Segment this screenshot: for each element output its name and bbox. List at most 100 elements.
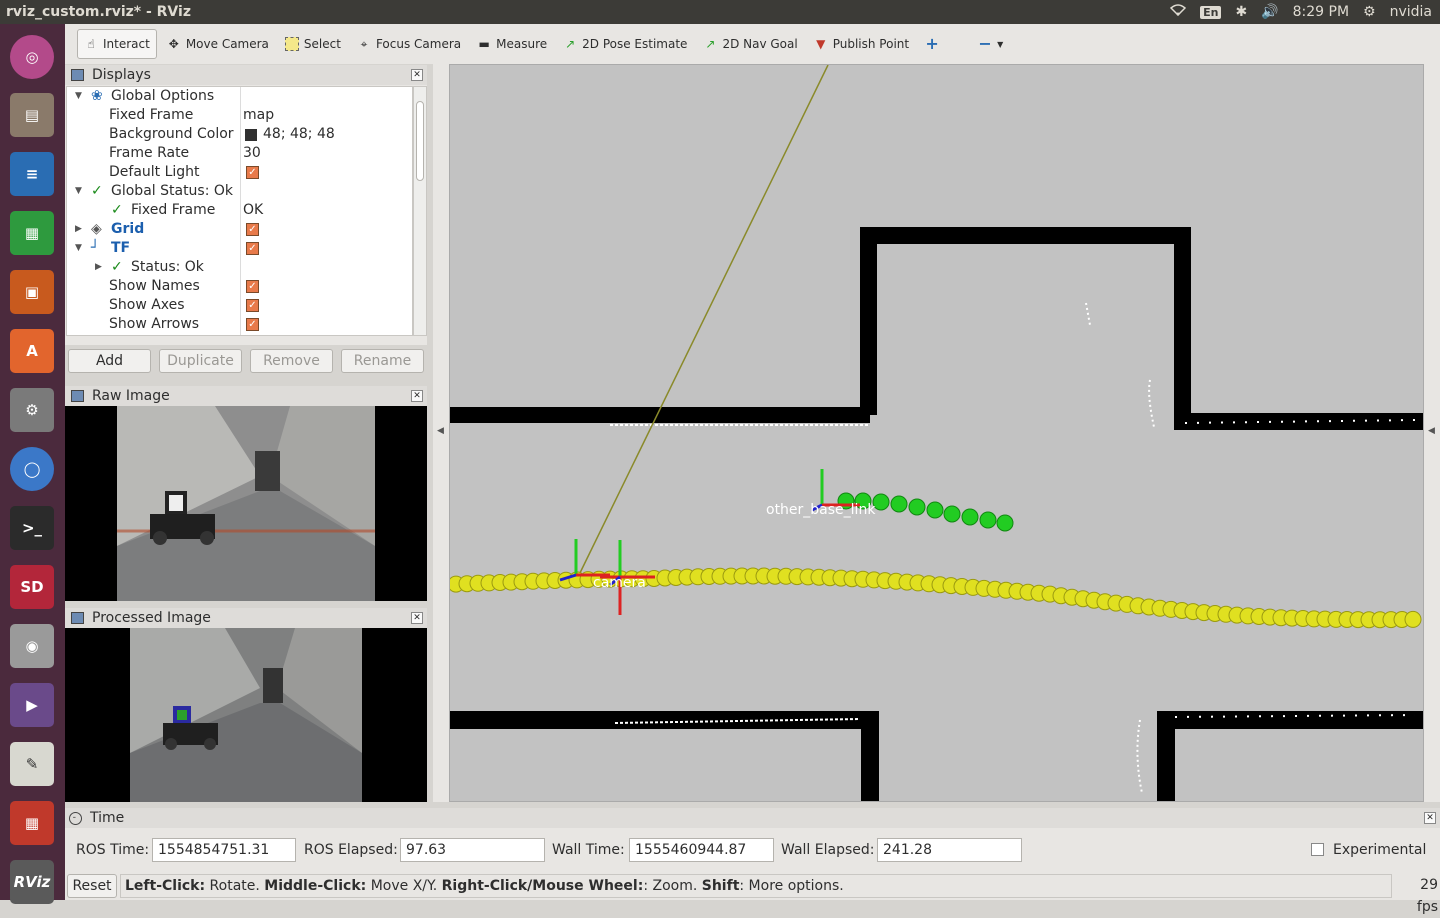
hint-key: Right-Click/Mouse Wheel:: [441, 878, 644, 894]
expand-arrow-icon[interactable]: ▼: [75, 87, 82, 106]
rename-display-button[interactable]: Rename: [341, 349, 424, 373]
sd-card-icon[interactable]: SD: [5, 560, 59, 614]
displays-scrollbar[interactable]: [413, 86, 427, 336]
scrollbar-thumb[interactable]: [416, 101, 424, 181]
tree-row-show-axes[interactable]: Show Axes ✓: [67, 296, 412, 315]
files-icon[interactable]: ▤: [5, 88, 59, 142]
duplicate-display-button[interactable]: Duplicate: [159, 349, 242, 373]
remove-tool-button[interactable]: − ▼: [972, 29, 1009, 59]
keyboard-layout-indicator[interactable]: En: [1200, 5, 1222, 19]
ros-elapsed-label: ROS Elapsed:: [304, 842, 398, 858]
add-display-button[interactable]: Add: [68, 349, 151, 373]
tree-value[interactable]: 30: [243, 144, 261, 163]
move-camera-tool-button[interactable]: ✥ Move Camera: [161, 29, 275, 59]
add-tool-button[interactable]: +: [919, 29, 950, 59]
image-icon: [71, 612, 84, 624]
tree-row-tf-status[interactable]: ▶ ✓ Status: Ok: [67, 258, 412, 277]
tree-row-global-options[interactable]: ▼ ❀ Global Options: [67, 87, 412, 106]
close-icon[interactable]: ✕: [1424, 812, 1436, 824]
collapse-arrow-icon[interactable]: ▶: [95, 258, 102, 277]
processed-image-view: [65, 628, 427, 802]
tree-row-default-light[interactable]: Default Light ✓: [67, 163, 412, 182]
tree-row-global-status[interactable]: ▼ ✓ Global Status: Ok: [67, 182, 412, 201]
wifi-icon[interactable]: [1169, 4, 1187, 20]
tree-label: Grid: [111, 221, 145, 237]
viewport-left-splitter[interactable]: ◀: [433, 64, 449, 802]
workspace-switcher-icon[interactable]: ▦: [5, 796, 59, 850]
publish-point-tool-button[interactable]: ▼ Publish Point: [808, 29, 915, 59]
experimental-checkbox[interactable]: [1311, 843, 1324, 856]
tree-label: Background Color: [109, 126, 234, 142]
checkbox[interactable]: ✓: [246, 280, 259, 293]
color-swatch[interactable]: [245, 129, 257, 141]
ros-time-field[interactable]: 1554854751.31: [152, 838, 296, 862]
software-center-icon[interactable]: A: [5, 324, 59, 378]
checkbox[interactable]: ✓: [246, 299, 259, 312]
chromium-icon[interactable]: ◯: [5, 442, 59, 496]
camera-icon[interactable]: ◉: [5, 619, 59, 673]
displays-title: Displays: [92, 67, 151, 83]
ros-elapsed-field[interactable]: 97.63: [400, 838, 545, 862]
crosshair-icon: ⌖: [360, 37, 368, 51]
tree-value[interactable]: map: [243, 106, 274, 125]
volume-icon[interactable]: 🔊: [1261, 4, 1278, 20]
collapse-right-icon[interactable]: ◀: [1428, 426, 1435, 436]
wall-time-field[interactable]: 1555460944.87: [629, 838, 774, 862]
bluetooth-icon[interactable]: ✱: [1235, 4, 1247, 20]
checkbox[interactable]: ✓: [246, 223, 259, 236]
tree-row-fixed-frame-status[interactable]: ✓ Fixed Frame OK: [67, 201, 412, 220]
hint-text: Move X/Y.: [366, 878, 442, 894]
raw-image-panel-header: Raw Image ✕: [65, 386, 427, 406]
expand-arrow-icon[interactable]: ▼: [75, 182, 82, 201]
writer-icon[interactable]: ≡: [5, 147, 59, 201]
settings-gear-icon[interactable]: ⚙: [1363, 4, 1376, 20]
wall-elapsed-field[interactable]: 241.28: [877, 838, 1022, 862]
tree-row-grid[interactable]: ▶ ◈ Grid ✓: [67, 220, 412, 239]
render-viewport[interactable]: other_base_link camera: [449, 64, 1424, 802]
checkbox[interactable]: ✓: [246, 242, 259, 255]
terminal-icon[interactable]: >_: [5, 501, 59, 555]
collapse-left-icon[interactable]: ◀: [437, 426, 444, 436]
tree-label: Global Options: [111, 88, 215, 104]
text-editor-icon[interactable]: ✎: [5, 737, 59, 791]
focus-camera-tool-button[interactable]: ⌖ Focus Camera: [351, 29, 467, 59]
ros-time-label: ROS Time:: [76, 842, 150, 858]
tree-row-show-arrows[interactable]: Show Arrows ✓: [67, 315, 412, 334]
tree-label: Status: Ok: [131, 259, 204, 275]
nav-goal-tool-button[interactable]: ↗ 2D Nav Goal: [697, 29, 803, 59]
tree-row-frame-rate[interactable]: Frame Rate 30: [67, 144, 412, 163]
system-settings-icon[interactable]: ⚙: [5, 383, 59, 437]
tf-label-other-base-link: other_base_link: [766, 502, 876, 518]
checkbox[interactable]: ✓: [246, 166, 259, 179]
tree-row-background-color[interactable]: Background Color 48; 48; 48: [67, 125, 412, 144]
reset-button[interactable]: Reset: [67, 874, 117, 898]
close-icon[interactable]: ✕: [411, 612, 423, 624]
calc-icon[interactable]: ▦: [5, 206, 59, 260]
close-icon[interactable]: ✕: [411, 69, 423, 81]
tree-row-tf[interactable]: ▼ ┘ TF ✓: [67, 239, 412, 258]
select-tool-button[interactable]: Select: [279, 29, 347, 59]
measure-tool-button[interactable]: ▬ Measure: [471, 29, 553, 59]
video-icon[interactable]: ▶: [5, 678, 59, 732]
viewport-right-splitter[interactable]: ◀: [1424, 64, 1440, 802]
checkmark-icon: ✓: [111, 202, 123, 218]
close-icon[interactable]: ✕: [411, 390, 423, 402]
tree-value[interactable]: 48; 48; 48: [263, 125, 335, 144]
clock[interactable]: 8:29 PM: [1293, 4, 1349, 20]
ubuntu-dash-icon[interactable]: ◎: [5, 30, 59, 84]
tree-label: Default Light: [109, 164, 200, 180]
checkmark-icon: ✓: [91, 183, 103, 199]
impress-icon[interactable]: ▣: [5, 265, 59, 319]
processed-image-title: Processed Image: [92, 610, 211, 626]
remove-display-button[interactable]: Remove: [250, 349, 333, 373]
move-camera-label: Move Camera: [185, 37, 269, 51]
rviz-icon[interactable]: RViz: [5, 855, 59, 909]
user-name[interactable]: nvidia: [1390, 4, 1432, 20]
expand-arrow-icon[interactable]: ▼: [75, 239, 82, 258]
collapse-arrow-icon[interactable]: ▶: [75, 220, 82, 239]
tree-row-fixed-frame[interactable]: Fixed Frame map: [67, 106, 412, 125]
pose-estimate-tool-button[interactable]: ↗ 2D Pose Estimate: [557, 29, 693, 59]
tree-row-show-names[interactable]: Show Names ✓: [67, 277, 412, 296]
checkbox[interactable]: ✓: [246, 318, 259, 331]
interact-tool-button[interactable]: ☝ Interact: [77, 29, 157, 59]
